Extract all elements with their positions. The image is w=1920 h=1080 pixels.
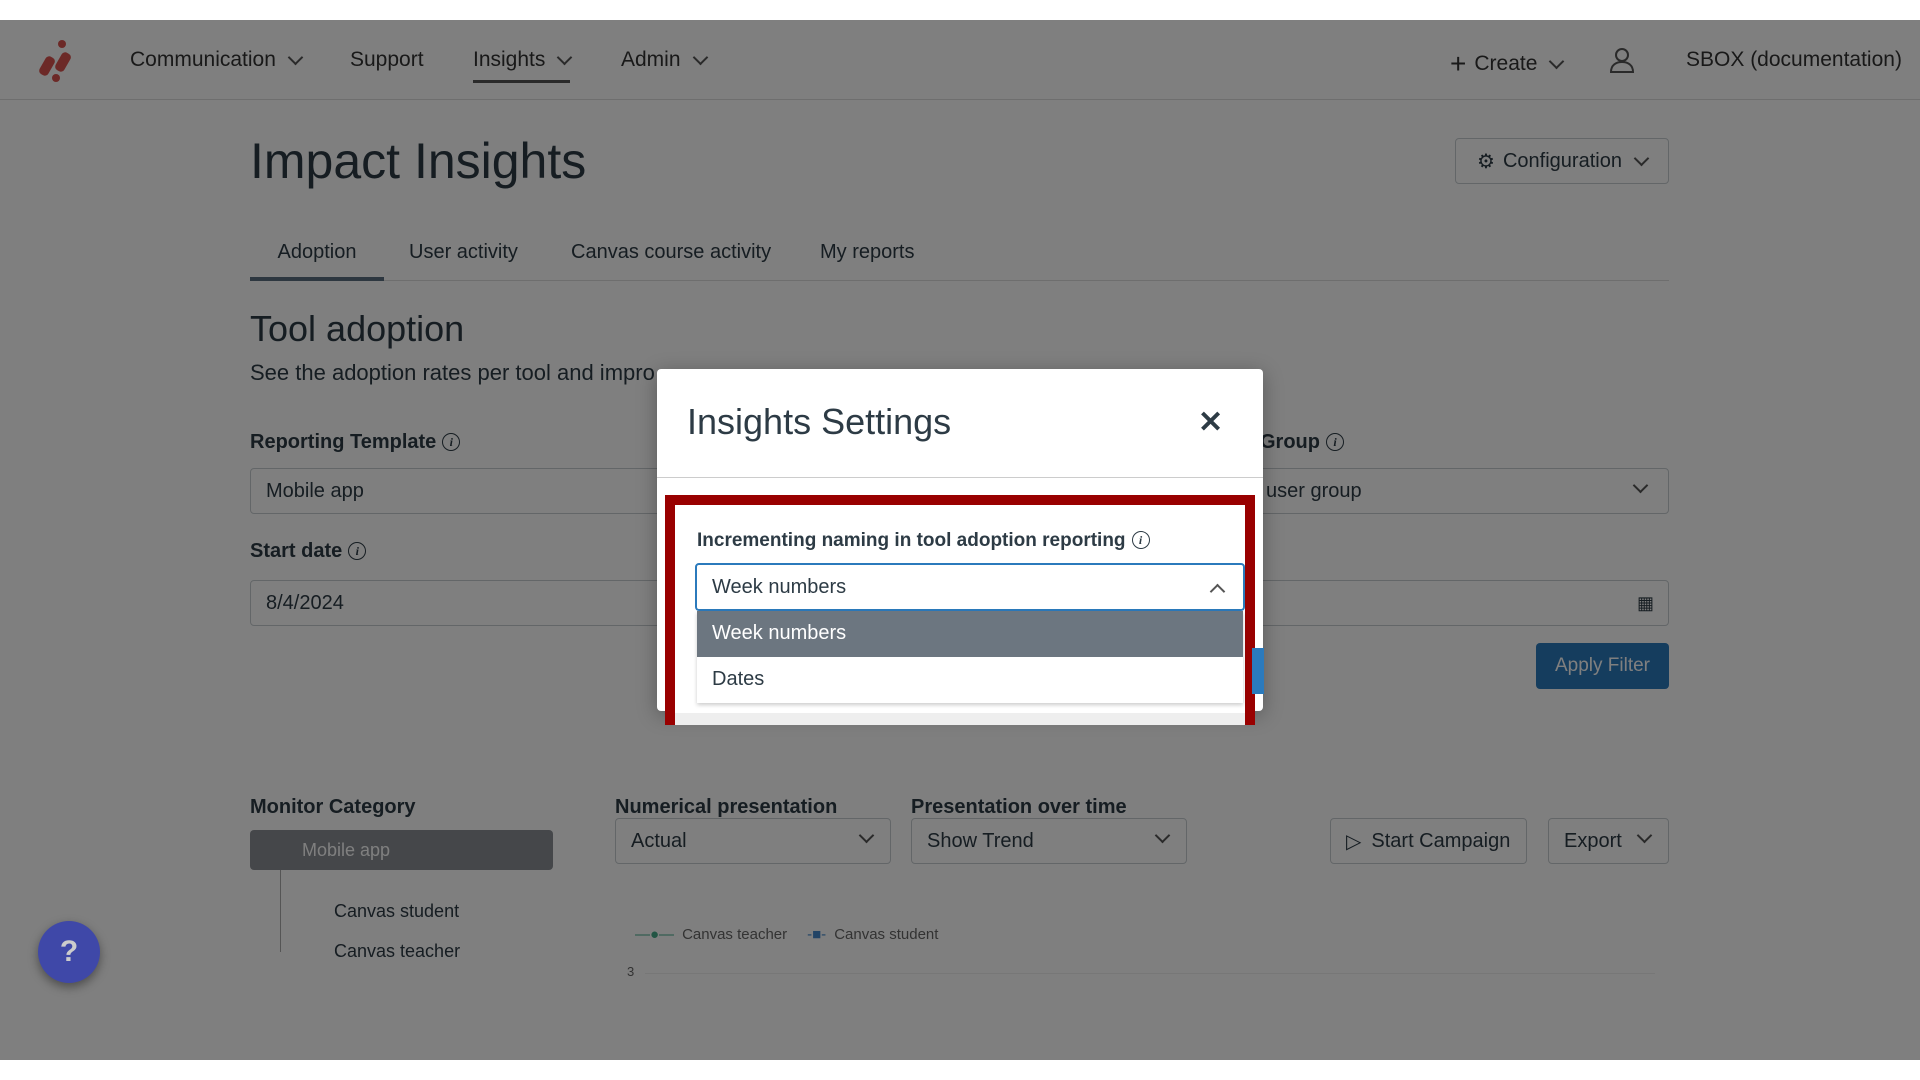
question-icon: ? [59,935,79,968]
dropdown-menu: Week numbers Dates [697,611,1243,703]
modal-save-button[interactable] [1252,648,1264,694]
divider [657,477,1263,478]
highlight-box: Incrementing naming in tool adoption rep… [665,495,1264,725]
option-dates[interactable]: Dates [697,657,1243,703]
modal-footer [675,713,1245,725]
info-icon: i [1131,531,1150,549]
close-icon[interactable]: ✕ [1198,405,1223,440]
incrementing-naming-select[interactable]: Week numbers [695,563,1245,611]
incrementing-naming-label: Incrementing naming in tool adoption rep… [697,530,1150,552]
help-button[interactable]: ? [38,921,100,983]
option-week-numbers[interactable]: Week numbers [697,611,1243,657]
modal-title: Insights Settings [687,401,952,442]
selected-value: Week numbers [712,575,847,598]
chevron-up-icon [1209,583,1226,600]
